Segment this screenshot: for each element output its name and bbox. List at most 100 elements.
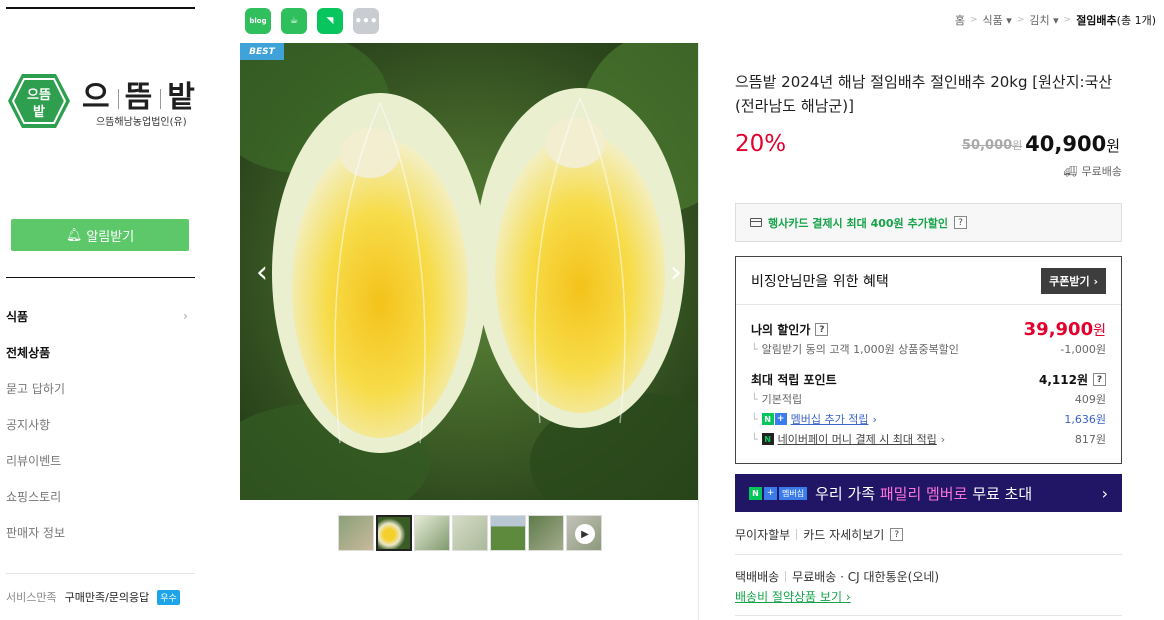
breadcrumb-current[interactable]: 절임배추(총 1개) [1076, 12, 1156, 28]
my-price-label: 나의 할인가? [751, 321, 829, 338]
next-image-arrow-icon[interactable]: › [670, 255, 682, 290]
help-icon[interactable]: ? [953, 216, 967, 229]
alarm-button-label: 알림받기 [86, 229, 135, 245]
alarm-discount-row: └ 알림받기 동의 고객 1,000원 상품중복할인 -1,000원 [751, 341, 1106, 357]
npay-points-amount: 817원 [1074, 433, 1106, 446]
best-badge: BEST [240, 43, 284, 60]
breadcrumb-food[interactable]: 식품 ▾ [983, 12, 1012, 28]
thumbnail[interactable] [452, 515, 488, 551]
benefit-heading: 비징안님만을 위한 혜택 [751, 273, 889, 290]
bell-plus-icon: 🔔︎ [65, 227, 83, 243]
product-page: 으뜸 밭 으뜸밭 으뜸해남농업법인(유) 🔔︎ 알림받기 식품 › 전체상품 묻… [0, 0, 1164, 620]
sidebar-item-label: 쇼핑스토리 [6, 489, 62, 504]
breadcrumb: 홈 > 식품 ▾ > 김치 ▾ > 절임배추(총 1개) [955, 12, 1156, 28]
logo-char-3: 밭 [167, 80, 197, 115]
truck-icon: 🚚︎ [1063, 164, 1078, 178]
coupon-button[interactable]: 쿠폰받기 › [1041, 267, 1106, 294]
sidebar-item-label: 식품 [6, 309, 29, 324]
breadcrumb-home[interactable]: 홈 [955, 12, 965, 28]
thumbnail[interactable] [338, 515, 374, 551]
logo-badge-text-bottom: 밭 [33, 104, 45, 120]
sidebar-mid-divider [6, 277, 195, 278]
sidebar-item-shopping-story[interactable]: 쇼핑스토리 [6, 478, 188, 514]
help-icon[interactable]: ? [1093, 373, 1106, 386]
divider [735, 554, 1122, 555]
prev-image-arrow-icon[interactable]: ‹ [256, 255, 268, 290]
breadcrumb-separator-icon: > [969, 15, 978, 25]
chevron-right-icon: › [183, 309, 188, 323]
sidebar-item-label: 공지사항 [6, 417, 51, 432]
thumbnail-video[interactable]: ▶ [566, 515, 602, 551]
alarm-discount-text: └ 알림받기 동의 고객 1,000원 상품중복할인 [751, 342, 959, 357]
thumbnail[interactable] [528, 515, 564, 551]
logo-badge-text-top: 으뜸 [27, 88, 51, 103]
bookmark-share-icon[interactable]: ◥ [317, 8, 343, 34]
membership-points-amount: 1,636원 [1064, 413, 1106, 426]
sidebar-item-label: 판매자 정보 [6, 525, 66, 540]
logo-name: 으뜸밭 [82, 72, 197, 116]
cabbage-photo [240, 43, 698, 500]
service-value: 구매만족/문의응답 [64, 591, 150, 604]
family-member-banner[interactable]: N + 멤버십 우리 가족 패밀리 멤버로 무료 초대 › [735, 474, 1122, 512]
naver-n-icon: N [749, 486, 762, 500]
cafe-share-icon[interactable]: ☕ [281, 8, 307, 34]
help-icon[interactable]: ? [890, 528, 904, 541]
service-satisfaction: 서비스만족 구매만족/문의응답 우수 [6, 589, 180, 605]
chevron-right-icon: › [1101, 483, 1108, 503]
delivery-detail: 무료배송 · CJ 대한통운(오네) [792, 570, 940, 584]
shipping-save-link[interactable]: 배송비 절약상품 보기 › [735, 588, 851, 605]
sidebar-bottom-divider [6, 573, 195, 574]
basic-points-amount: 409원 [1074, 393, 1106, 406]
free-shipping: 🚚︎ 무료배송 [1063, 164, 1122, 179]
sidebar-item-qna[interactable]: 묻고 답하기 [6, 370, 188, 406]
help-icon[interactable]: ? [815, 323, 829, 336]
installment-row: 무이자할부 카드 자세히보기 ? [735, 526, 904, 543]
thumbnail[interactable] [490, 515, 526, 551]
sidebar-item-all-products[interactable]: 전체상품 [6, 334, 188, 370]
sidebar-item-seller-info[interactable]: 판매자 정보 [6, 514, 188, 550]
basic-points-label: └ 기본적립 [751, 392, 803, 407]
logo-badge-icon: 으뜸 밭 [8, 74, 70, 128]
thumbnail-active[interactable] [376, 515, 412, 551]
logo-char-2: 뜸 [124, 80, 155, 115]
my-price-row: 나의 할인가? 39,900원 [751, 319, 1106, 340]
divider [735, 615, 1122, 616]
play-icon: ▶ [575, 524, 595, 544]
sidebar-item-notice[interactable]: 공지사항 [6, 406, 188, 442]
logo-subtitle: 으뜸해남농업법인(유) [96, 117, 187, 128]
discount-rate: 20% [735, 131, 787, 157]
more-share-icon[interactable]: ••• [353, 8, 379, 34]
breadcrumb-kimchi[interactable]: 김치 ▾ [1029, 12, 1058, 28]
max-points-row: 최대 적립 포인트 4,112원? [751, 371, 1106, 388]
naver-membership-tag: N + 멤버십 [749, 486, 808, 500]
member-benefit-box: 비징안님만을 위한 혜택 쿠폰받기 › 나의 할인가? 39,900원 └ 알림받… [735, 256, 1122, 464]
membership-points-label[interactable]: └ N + 멤버십 추가 적립 › [751, 411, 877, 427]
sidebar-item-review-event[interactable]: 리뷰이벤트 [6, 442, 188, 478]
alarm-discount-amount: -1,000원 [1060, 343, 1106, 356]
sidebar-item-food[interactable]: 식품 › [6, 298, 188, 334]
original-price: 50,000원 [962, 138, 1023, 153]
membership-points-row: └ N + 멤버십 추가 적립 › 1,636원 [751, 411, 1106, 427]
card-discount-box[interactable]: 행사카드 결제시 최대 400원 추가할인 ? [735, 203, 1122, 242]
product-gallery: BEST ‹ › ▶ [240, 43, 699, 620]
thumbnail-strip: ▶ [338, 515, 602, 551]
blog-share-icon[interactable]: blog [245, 8, 271, 34]
sidebar-item-label: 묻고 답하기 [6, 381, 66, 396]
sidebar-item-label: 리뷰이벤트 [6, 453, 62, 468]
benefit-header: 비징안님만을 위한 혜택 쿠폰받기 › [736, 257, 1121, 305]
store-logo[interactable]: 으뜸 밭 으뜸밭 으뜸해남농업법인(유) [6, 70, 196, 134]
max-points-label: 최대 적립 포인트 [751, 373, 837, 387]
alarm-subscribe-button[interactable]: 🔔︎ 알림받기 [11, 219, 189, 251]
naver-money-icon: N [761, 433, 774, 445]
card-discount-text: 행사카드 결제시 최대 400원 추가할인 [768, 216, 948, 230]
card-details-link[interactable]: 카드 자세히보기 [803, 526, 884, 543]
service-label: 서비스만족 [6, 591, 57, 604]
thumbnail[interactable] [414, 515, 450, 551]
product-main-image[interactable]: BEST ‹ › [240, 43, 698, 500]
sidebar-menu: 식품 › 전체상품 묻고 답하기 공지사항 리뷰이벤트 쇼핑스토리 판매자 정보 [6, 298, 188, 550]
npay-points-label[interactable]: └ N 네이버페이 머니 결제 시 최대 적립 › [751, 431, 945, 447]
delivery-method: 택배배송 [735, 570, 780, 584]
share-bar: blog ☕ ◥ ••• [245, 8, 379, 34]
basic-points-row: └ 기본적립 409원 [751, 391, 1106, 407]
npay-points-row: └ N 네이버페이 머니 결제 시 최대 적립 › 817원 [751, 431, 1106, 447]
